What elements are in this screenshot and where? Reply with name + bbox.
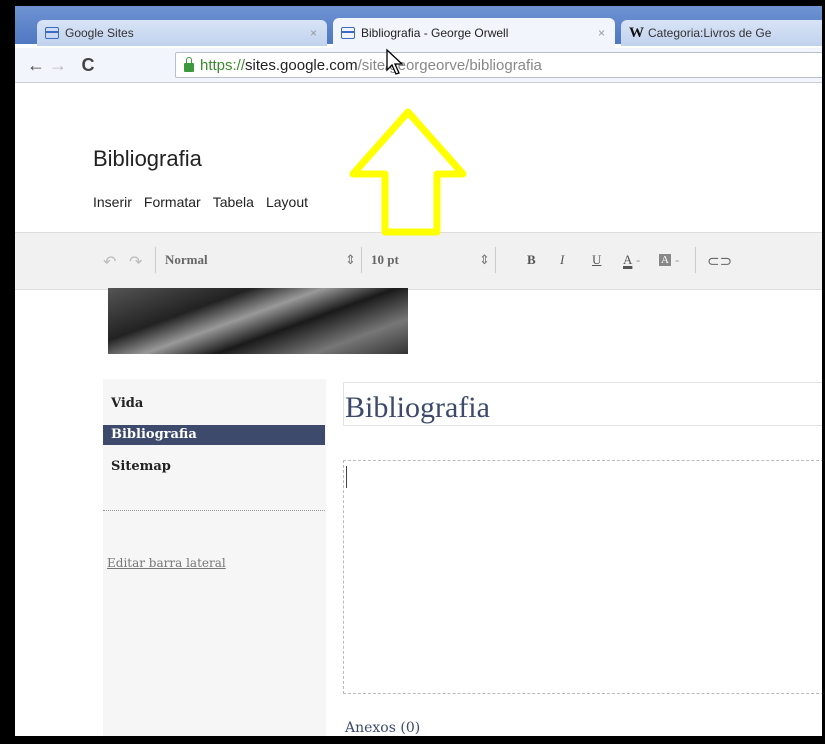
page-content-editor[interactable] xyxy=(343,460,822,694)
url-host: sites.google.com xyxy=(245,56,358,74)
wikipedia-icon: W xyxy=(629,24,644,41)
tab-strip: Google Sites × Bibliografia - George Orw… xyxy=(15,6,822,48)
sidebar: Vida Bibliografia Sitemap Editar barra l… xyxy=(103,379,326,736)
bold-button[interactable]: B xyxy=(527,252,536,268)
url-scheme: https:// xyxy=(200,56,246,74)
editor-menubar: Inserir Formatar Tabela Layout xyxy=(93,194,308,210)
size-select[interactable]: 10 pt xyxy=(371,252,399,268)
redo-icon[interactable]: ↷ xyxy=(129,252,142,272)
menu-tabela[interactable]: Tabela xyxy=(213,194,254,210)
text-cursor xyxy=(346,466,347,488)
italic-button[interactable]: I xyxy=(560,252,564,268)
tab-label: Google Sites xyxy=(65,26,134,40)
yellow-arrow-annotation xyxy=(349,108,467,236)
size-select-arrows-icon[interactable]: ⇕ xyxy=(479,252,490,268)
sites-icon xyxy=(341,27,355,39)
site-title: Bibliografia xyxy=(93,146,202,171)
browser-window: Google Sites × Bibliografia - George Orw… xyxy=(12,6,822,736)
arrow-shape xyxy=(349,108,467,236)
menu-layout[interactable]: Layout xyxy=(266,194,308,210)
page-title: Bibliografia xyxy=(345,391,490,424)
back-icon[interactable]: ← xyxy=(25,55,47,76)
style-select[interactable]: Normal xyxy=(165,252,208,268)
sidebar-item-vida[interactable]: Vida xyxy=(103,394,325,414)
edit-sidebar-link[interactable]: Editar barra lateral xyxy=(107,556,226,570)
toolbar-separator xyxy=(695,247,696,273)
sidebar-item-bibliografia[interactable]: Bibliografia xyxy=(103,425,325,445)
formatting-toolbar: ↶ ↷ Normal ⇕ 10 pt ⇕ B I U A - A - ⊂⊃ xyxy=(15,232,822,290)
address-bar[interactable]: https://sites.google.com/site/georgeorve… xyxy=(175,52,822,78)
underline-button[interactable]: U xyxy=(592,252,601,268)
attachments-link[interactable]: Anexos (0) xyxy=(345,720,420,736)
undo-icon[interactable]: ↶ xyxy=(103,252,116,272)
font-color-button[interactable]: A xyxy=(623,252,632,268)
link-icon[interactable]: ⊂⊃ xyxy=(707,252,732,270)
tab-google-sites[interactable]: Google Sites × xyxy=(37,20,327,46)
forward-icon[interactable]: → xyxy=(47,55,69,76)
tab-label: Bibliografia - George Orwell xyxy=(361,26,509,40)
menu-formatar[interactable]: Formatar xyxy=(144,194,201,210)
close-icon[interactable]: × xyxy=(310,26,317,40)
mouse-pointer-icon xyxy=(386,48,404,75)
tab-bibliografia[interactable]: Bibliografia - George Orwell × xyxy=(333,18,615,48)
menu-inserir[interactable]: Inserir xyxy=(93,194,132,210)
header-photo xyxy=(108,288,408,354)
toolbar-separator xyxy=(155,247,156,273)
sidebar-item-sitemap[interactable]: Sitemap xyxy=(103,457,325,477)
highlight-color-button[interactable]: A xyxy=(659,254,671,266)
tab-label: Categoria:Livros de Ge xyxy=(648,26,772,40)
toolbar-row: ← → C https://sites.google.com/site/geor… xyxy=(15,48,822,83)
close-icon[interactable]: × xyxy=(598,26,605,40)
toolbar-separator xyxy=(495,247,496,273)
reload-icon[interactable]: C xyxy=(77,55,99,76)
tab-categoria[interactable]: W Categoria:Livros de Ge xyxy=(621,20,822,46)
sites-icon xyxy=(45,27,59,39)
sidebar-divider xyxy=(103,510,325,511)
style-select-arrows-icon[interactable]: ⇕ xyxy=(345,252,356,268)
lock-icon xyxy=(184,56,194,72)
toolbar-separator xyxy=(361,247,362,273)
